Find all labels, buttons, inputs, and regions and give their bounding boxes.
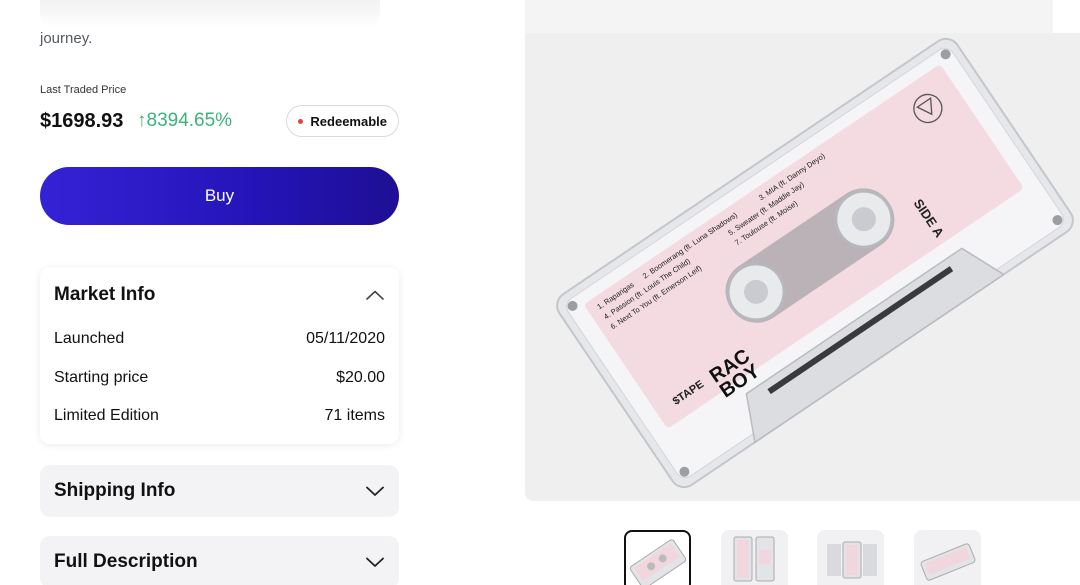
thumbnail-1[interactable] (624, 530, 691, 585)
status-dot-icon (298, 118, 304, 124)
redeemable-badge[interactable]: Redeemable (286, 105, 399, 137)
market-info-row-limited-edition: Limited Edition 71 items (54, 407, 385, 427)
thumbnail-2[interactable] (721, 530, 788, 585)
market-info-label: Starting price (54, 369, 149, 386)
last-traded-price-label: Last Traded Price (40, 84, 127, 96)
image-thumbnails (624, 530, 984, 585)
full-description-header[interactable]: Full Description (54, 550, 385, 574)
description-fade (40, 0, 380, 28)
thumbnail-4[interactable] (914, 530, 981, 585)
market-info-value: 71 items (324, 407, 385, 424)
shipping-info-panel[interactable]: Shipping Info (40, 465, 399, 517)
last-traded-price: $1698.93 (40, 110, 124, 132)
market-info-label: Limited Edition (54, 407, 159, 424)
price-change-value: 8394.65% (146, 110, 233, 131)
market-info-label: Launched (54, 330, 125, 347)
market-info-row-starting-price: Starting price $20.00 (54, 369, 385, 389)
shipping-info-header[interactable]: Shipping Info (54, 479, 385, 503)
arrow-up-icon: ↑ (137, 110, 147, 131)
cassette-image: SIDE A $TAPE RAC BOY 1. Raparigas 2. Boo… (556, 37, 1074, 489)
market-info-header[interactable]: Market Info (54, 283, 385, 307)
chevron-down-icon[interactable] (365, 552, 385, 572)
buy-button[interactable]: Buy (40, 167, 399, 225)
market-info-panel: Market Info Launched 05/11/2020 Starting… (40, 267, 399, 444)
shipping-info-title: Shipping Info (54, 480, 176, 501)
thumbnail-3[interactable] (817, 530, 884, 585)
image-viewer-top-strip (525, 0, 1053, 33)
full-description-panel[interactable]: Full Description (40, 536, 399, 585)
product-page: journey. Last Traded Price $1698.93 ↑839… (0, 0, 1080, 585)
full-description-title: Full Description (54, 551, 198, 572)
chevron-down-icon[interactable] (365, 481, 385, 501)
price-change: ↑8394.65% (137, 110, 232, 132)
market-info-value: 05/11/2020 (306, 330, 385, 347)
market-info-title: Market Info (54, 284, 156, 305)
market-info-value: $20.00 (336, 369, 385, 386)
redeemable-badge-label: Redeemable (310, 113, 387, 129)
chevron-up-icon[interactable] (365, 285, 385, 305)
market-info-row-launched: Launched 05/11/2020 (54, 330, 385, 350)
description-text: journey. (40, 30, 93, 47)
product-image-viewer[interactable]: SIDE A $TAPE RAC BOY 1. Raparigas 2. Boo… (525, 33, 1080, 501)
price-row: $1698.93 ↑8394.65% Redeemable (40, 104, 399, 138)
